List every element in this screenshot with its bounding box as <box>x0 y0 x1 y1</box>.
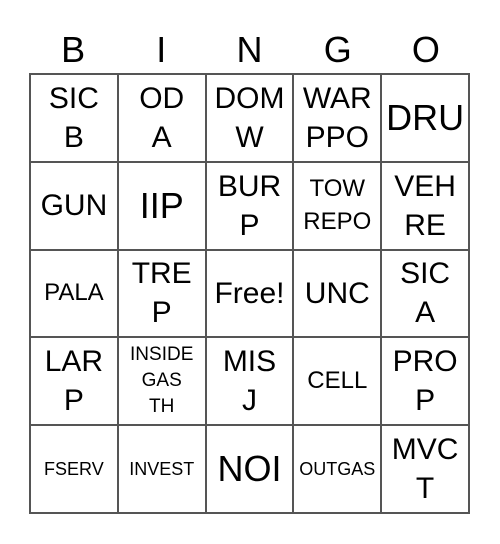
cell-text: SIC B <box>48 81 99 154</box>
bingo-cell-i2[interactable]: IIP <box>117 161 206 250</box>
cell-text: MVC T <box>391 433 459 506</box>
bingo-cell-b1[interactable]: SIC B <box>30 74 118 162</box>
bingo-cell-i5[interactable]: INVEST <box>117 425 206 513</box>
bingo-cell-b4[interactable]: LAR P <box>30 337 118 426</box>
header-letter-g: G <box>323 29 352 70</box>
bingo-header: B I N G O <box>29 28 470 72</box>
bingo-cell-o4[interactable]: PRO P <box>381 337 469 426</box>
bingo-cell-i1[interactable]: OD A <box>117 74 206 162</box>
cell-text: SIC A <box>400 257 451 330</box>
bingo-cell-b3[interactable]: PALA <box>30 249 118 338</box>
cell-text: VEH RE <box>394 169 456 242</box>
bingo-cell-o3[interactable]: SIC A <box>381 249 469 338</box>
header-letter-o: O <box>411 29 440 70</box>
bingo-cell-o1[interactable]: DRU <box>381 74 469 162</box>
bingo-cell-o5[interactable]: MVC T <box>381 425 469 513</box>
cell-text: TRE P <box>131 257 192 330</box>
header-letter-i: I <box>156 29 167 70</box>
bingo-cell-i3[interactable]: TRE P <box>117 249 206 338</box>
bingo-grid: SIC B OD A DOM W WAR PPO DRU GUN IIP BUR P TOW R… <box>29 73 470 514</box>
cell-text: NOI <box>217 448 282 490</box>
bingo-cell-g3[interactable]: UNC <box>293 249 382 338</box>
cell-text: MIS J <box>222 345 277 418</box>
cell-text: DOM W <box>214 81 285 154</box>
bingo-cell-n4[interactable]: MIS J <box>205 337 294 426</box>
cell-text: WAR PPO <box>302 81 372 154</box>
bingo-cell-g5[interactable]: OUTGAS <box>293 425 382 513</box>
cell-text: UNC <box>304 276 370 310</box>
cell-text: IIP <box>139 185 184 226</box>
header-letter-b: B <box>61 29 86 70</box>
bingo-cell-g4[interactable]: CELL <box>293 337 382 426</box>
bingo-cell-n1[interactable]: DOM W <box>205 74 294 162</box>
cell-text: PRO P <box>392 345 458 418</box>
cell-text: LAR P <box>44 345 104 418</box>
cell-text: OUTGAS <box>299 458 376 479</box>
bingo-cell-n2[interactable]: BUR P <box>205 161 294 250</box>
cell-text: TOW REPO <box>303 175 372 235</box>
cell-text: Free! <box>214 276 285 310</box>
cell-text: CELL <box>307 367 368 395</box>
cell-text: OD A <box>139 81 185 154</box>
free-space-cell[interactable]: Free! <box>205 249 294 338</box>
bingo-cell-o2[interactable]: VEH RE <box>381 161 469 250</box>
cell-text: PALA <box>44 279 104 307</box>
cell-text: BUR P <box>217 169 282 242</box>
cell-text: INVEST <box>129 458 195 479</box>
bingo-cell-g1[interactable]: WAR PPO <box>293 74 382 162</box>
cell-text: GUN <box>40 189 108 223</box>
bingo-cell-b2[interactable]: GUN <box>30 161 118 250</box>
bingo-cell-n5[interactable]: NOI <box>205 425 294 513</box>
cell-text: FSERV <box>44 458 104 479</box>
header-letter-n: N <box>236 29 263 70</box>
cell-text: DRU <box>386 97 465 139</box>
bingo-cell-g2[interactable]: TOW REPO <box>293 161 382 250</box>
bingo-cell-i4[interactable]: INSIDE GAS TH <box>117 337 206 426</box>
cell-text: INSIDE GAS TH <box>130 343 194 418</box>
bingo-cell-b5[interactable]: FSERV <box>30 425 118 513</box>
